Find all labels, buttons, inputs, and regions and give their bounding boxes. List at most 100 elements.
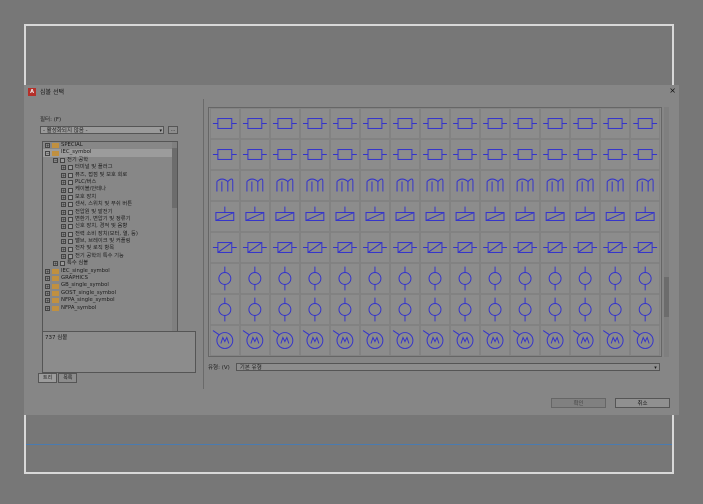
symbol-cell[interactable] [210, 325, 240, 356]
symbol-cell[interactable] [630, 294, 660, 325]
symbol-cell[interactable] [330, 201, 360, 232]
expand-icon[interactable]: + [45, 291, 50, 296]
symbol-cell[interactable] [270, 325, 300, 356]
expand-icon[interactable]: + [61, 165, 66, 171]
symbol-cell[interactable] [450, 201, 480, 232]
tree-item[interactable]: + IEC_single_symbol [43, 268, 177, 275]
symbol-cell[interactable] [300, 325, 330, 356]
symbol-cell[interactable] [330, 232, 360, 263]
symbol-cell[interactable] [420, 294, 450, 325]
symbol-cell[interactable] [330, 325, 360, 356]
symbol-cell[interactable] [390, 170, 420, 201]
expand-icon[interactable]: + [61, 180, 66, 186]
symbol-grid[interactable] [208, 107, 662, 357]
symbol-cell[interactable] [630, 232, 660, 263]
symbol-cell[interactable] [270, 170, 300, 201]
symbol-cell[interactable] [360, 263, 390, 294]
symbol-cell[interactable] [390, 263, 420, 294]
symbol-cell[interactable] [510, 232, 540, 263]
symbol-cell[interactable] [300, 201, 330, 232]
tree-item[interactable]: + GRAPHICS [43, 275, 177, 282]
symbol-cell[interactable] [570, 294, 600, 325]
symbol-cell[interactable] [480, 232, 510, 263]
cancel-button[interactable]: 취소 [615, 398, 670, 408]
symbol-cell[interactable] [210, 263, 240, 294]
tree-item[interactable]: + 특수 심볼 [43, 260, 177, 267]
symbol-cell[interactable] [540, 325, 570, 356]
symbol-cell[interactable] [360, 170, 390, 201]
tree-item[interactable]: + NFPA_symbol [43, 305, 177, 312]
symbol-cell[interactable] [360, 201, 390, 232]
close-icon[interactable]: × [669, 86, 676, 95]
symbol-cell[interactable] [300, 232, 330, 263]
symbol-cell[interactable] [390, 232, 420, 263]
symbol-cell[interactable] [540, 108, 570, 139]
symbol-cell[interactable] [390, 325, 420, 356]
symbol-cell[interactable] [420, 108, 450, 139]
tree-scrollbar-thumb[interactable] [172, 148, 177, 208]
symbol-cell[interactable] [240, 139, 270, 170]
symbol-cell[interactable] [510, 170, 540, 201]
expand-icon[interactable]: + [61, 209, 66, 215]
tree-item[interactable]: + SPECIAL [43, 142, 177, 149]
symbol-cell[interactable] [300, 108, 330, 139]
symbol-cell[interactable] [450, 325, 480, 356]
symbol-cell[interactable] [510, 263, 540, 294]
symbol-cell[interactable] [210, 294, 240, 325]
symbol-cell[interactable] [510, 108, 540, 139]
symbol-cell[interactable] [330, 263, 360, 294]
tree-item[interactable]: − IEC_symbol [43, 149, 177, 157]
symbol-cell[interactable] [600, 139, 630, 170]
title-bar[interactable]: A 심볼 선택 × [24, 85, 679, 98]
symbol-cell[interactable] [270, 263, 300, 294]
expand-icon[interactable]: + [45, 268, 50, 274]
symbol-cell[interactable] [540, 170, 570, 201]
expand-icon[interactable]: + [61, 239, 66, 245]
collapse-icon[interactable]: − [53, 157, 58, 163]
expand-icon[interactable]: + [45, 305, 50, 311]
symbol-cell[interactable] [210, 170, 240, 201]
symbol-cell[interactable] [210, 201, 240, 232]
symbol-cell[interactable] [600, 232, 630, 263]
expand-icon[interactable]: + [45, 276, 50, 282]
symbol-cell[interactable] [540, 139, 570, 170]
expand-icon[interactable]: + [61, 254, 66, 260]
filter-select[interactable]: - 활성화되지 않음 - ▾ [40, 126, 164, 134]
symbol-cell[interactable] [480, 170, 510, 201]
symbol-cell[interactable] [600, 294, 630, 325]
symbol-cell[interactable] [480, 139, 510, 170]
tree-item[interactable]: + 신호 장치, 경적 및 음향 [43, 223, 177, 230]
tree-item[interactable]: + PLC/버스 [43, 179, 177, 186]
tree-item[interactable]: + 전자 및 로직 항목 [43, 245, 177, 252]
ok-button[interactable]: 확인 [551, 398, 606, 408]
symbol-cell[interactable] [570, 232, 600, 263]
symbol-cell[interactable] [540, 294, 570, 325]
symbol-cell[interactable] [600, 325, 630, 356]
symbol-cell[interactable] [390, 108, 420, 139]
symbol-cell[interactable] [360, 108, 390, 139]
symbol-cell[interactable] [270, 294, 300, 325]
symbol-cell[interactable] [510, 325, 540, 356]
symbol-cell[interactable] [420, 232, 450, 263]
symbol-cell[interactable] [240, 108, 270, 139]
expand-icon[interactable]: + [53, 261, 58, 267]
symbol-cell[interactable] [630, 263, 660, 294]
symbol-cell[interactable] [630, 201, 660, 232]
symbol-cell[interactable] [570, 263, 600, 294]
filter-more-button[interactable]: ... [168, 126, 178, 134]
pane-divider[interactable] [203, 99, 204, 389]
symbol-cell[interactable] [240, 232, 270, 263]
symbol-cell[interactable] [570, 201, 600, 232]
symbol-cell[interactable] [450, 139, 480, 170]
symbol-cell[interactable] [390, 139, 420, 170]
expand-icon[interactable]: + [61, 202, 66, 208]
tree-item[interactable]: + GB_single_symbol [43, 282, 177, 289]
symbol-cell[interactable] [630, 325, 660, 356]
symbol-cell[interactable] [360, 294, 390, 325]
symbol-cell[interactable] [420, 325, 450, 356]
expand-icon[interactable]: + [45, 143, 50, 149]
symbol-cell[interactable] [240, 263, 270, 294]
expand-icon[interactable]: + [45, 283, 50, 289]
expand-icon[interactable]: + [61, 194, 66, 200]
symbol-cell[interactable] [570, 108, 600, 139]
